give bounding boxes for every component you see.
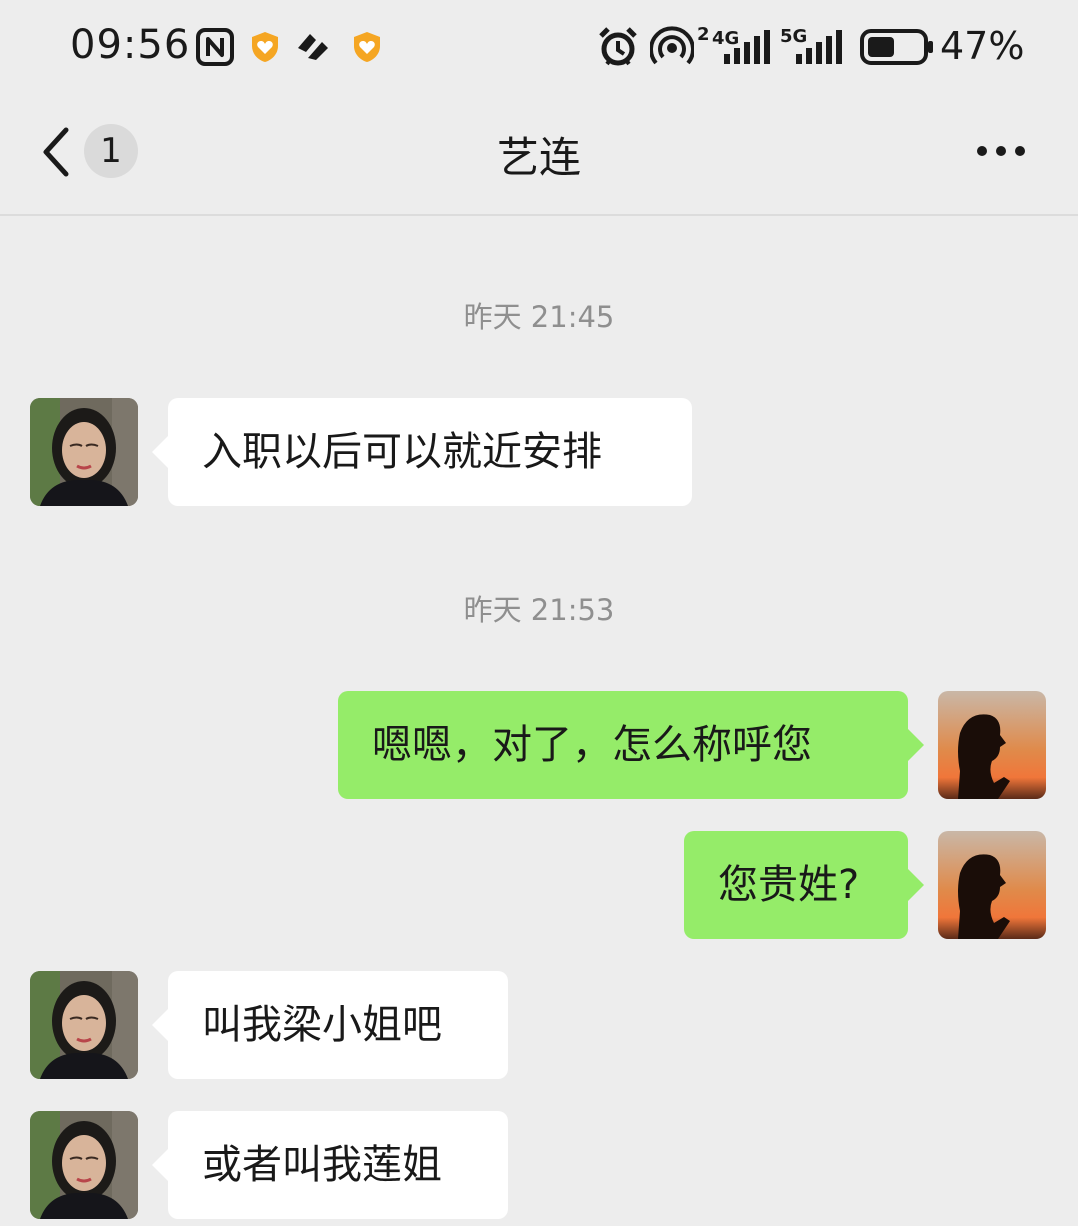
my-avatar[interactable] (938, 831, 1046, 939)
my-avatar[interactable] (938, 691, 1046, 799)
hotspot-icon (649, 26, 695, 72)
app-icon (294, 28, 334, 70)
incoming-message-bubble[interactable]: 入职以后可以就近安排 (152, 398, 692, 506)
heart-badge-icon (350, 30, 384, 68)
chat-header: 1 艺连 (0, 96, 1078, 216)
contact-avatar[interactable] (30, 398, 138, 506)
incoming-message-bubble[interactable]: 或者叫我莲姐 (152, 1111, 508, 1219)
chat-title: 艺连 (496, 133, 581, 182)
status-bar: 09:56 2 4G 5G 47% (0, 0, 1078, 96)
message-timestamp: 昨天 21:45 (463, 300, 615, 334)
sim-label: 2 (697, 24, 710, 45)
outgoing-message-bubble[interactable]: 您贵姓? (684, 831, 924, 939)
contact-avatar[interactable] (30, 971, 138, 1079)
signal-icon (722, 28, 772, 70)
outgoing-message-bubble[interactable]: 嗯嗯，对了，怎么称呼您 (338, 691, 924, 799)
battery-icon (860, 28, 936, 70)
battery-percent: 47% (940, 24, 1025, 68)
heart-badge-icon (248, 30, 282, 68)
nfc-icon (196, 28, 234, 70)
contact-avatar[interactable] (30, 1111, 138, 1219)
alarm-icon (598, 26, 638, 72)
incoming-message-bubble[interactable]: 叫我梁小姐吧 (152, 971, 508, 1079)
message-timestamp: 昨天 21:53 (463, 593, 615, 627)
more-horizontal-icon (977, 146, 1025, 156)
signal-icon (792, 28, 844, 70)
status-time: 09:56 (70, 22, 191, 68)
more-options-button[interactable] (970, 136, 1032, 166)
